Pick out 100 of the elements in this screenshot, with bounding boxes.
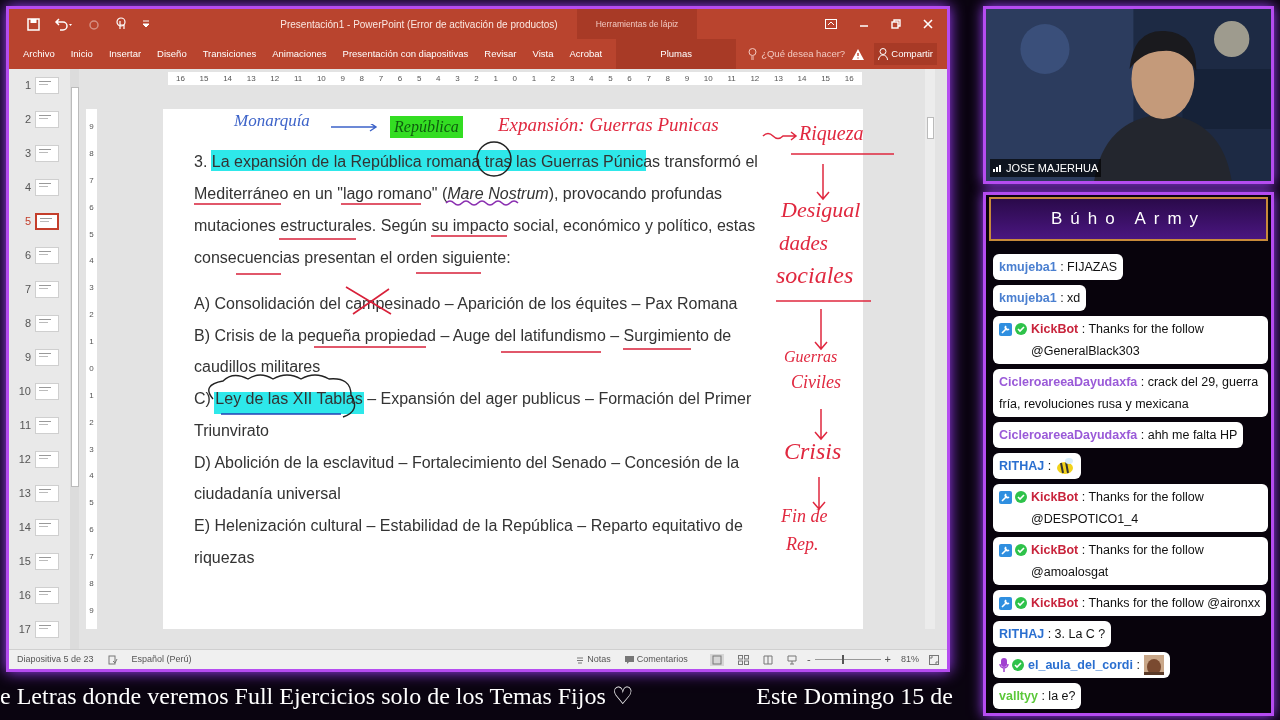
slide-number: 13 [17, 486, 32, 501]
ticker-text: Este Domingo 15 de [756, 682, 953, 711]
ruler-number: 6 [627, 72, 632, 85]
ribbon-tab[interactable]: Animaciones [264, 39, 335, 69]
spelling-icon[interactable] [107, 654, 118, 665]
zoom-in-button[interactable]: + [884, 651, 891, 668]
answer-option: B) Crisis de la pequeña propiedad – Auge del latifundismo – Surgimiento de caudillos militares [194, 319, 766, 384]
share-button[interactable]: Compartir [874, 43, 937, 65]
ruler-number: 12 [270, 72, 280, 85]
language-label[interactable]: Español (Perú) [131, 652, 192, 667]
ruler-number: 5 [608, 72, 613, 85]
ruler-number: 15 [821, 72, 831, 85]
chat-message: CicleroareeaDayudaxfa : ahh me falta HP [999, 427, 1238, 444]
ribbon-tab[interactable]: Presentación con diapositivas [334, 39, 477, 69]
verified-badge-icon [1015, 597, 1027, 609]
slide-number: 1 [23, 78, 32, 93]
notes-button[interactable]: Notas [576, 652, 611, 667]
slide-counter: Diapositiva 5 de 23 [17, 652, 94, 666]
slide-number: 15 [17, 554, 32, 569]
slide-number: 11 [18, 418, 32, 433]
ruler-number: 9 [89, 121, 94, 133]
ruler-number: 5 [89, 228, 94, 241]
close-icon[interactable] [923, 19, 933, 29]
normal-view-icon[interactable] [709, 653, 724, 666]
handwritten-note: Riqueza [799, 123, 864, 143]
handwritten-note: dades [779, 233, 828, 254]
slide-number: 4 [23, 180, 32, 195]
chat-message: KickBot : Thanks for the follow @aironxx [1031, 595, 1261, 612]
ruler-number: 11 [727, 72, 736, 85]
reading-view-icon[interactable] [762, 654, 773, 665]
chat-message: RITHAJ : [999, 458, 1052, 475]
ribbon-tab[interactable]: Acrobat [561, 39, 611, 69]
ruler-number: 1 [493, 72, 498, 85]
ruler-number: 8 [89, 147, 94, 160]
ruler-number: 8 [89, 577, 94, 590]
slideshow-icon[interactable] [786, 654, 797, 665]
slide-number: 9 [23, 350, 32, 365]
slide-number: 3 [23, 146, 32, 161]
ribbon-tab[interactable]: Revisar [476, 39, 525, 69]
answer-option: E) Helenización cultural – Estabilidad de la República – Reparto equitativo de riquezas [194, 509, 766, 574]
touch-mode-icon[interactable] [114, 17, 128, 31]
chat-message: CicleroareeaDayudaxfa : crack del 29, guerra fría, revoluciones rusa y mexicana [999, 374, 1260, 413]
ruler-number: 4 [89, 470, 94, 483]
ruler-number: 9 [340, 72, 345, 85]
handwritten-note: Crisis [784, 439, 842, 463]
answer-option: D) Abolición de la esclavitud – Fortalecimiento del Senado – Concesión de la ciudadanía universal [194, 446, 766, 510]
chat-message: KickBot : Thanks for the follow @GeneralBlack303 [1031, 321, 1205, 360]
slide-thumbnail[interactable] [35, 213, 59, 230]
ribbon-tab[interactable]: Diseño [149, 39, 195, 69]
chat-message: el_aula_del_cordi : [1028, 657, 1140, 674]
chat-title: Búho Army [1050, 208, 1207, 231]
ruler-number: 3 [89, 282, 94, 295]
ribbon-tab[interactable]: Insertar [100, 39, 150, 69]
save-icon[interactable] [27, 17, 40, 31]
ribbon-display-icon[interactable] [825, 19, 837, 29]
ruler-number: 16 [844, 72, 854, 85]
scrollbar[interactable] [925, 69, 935, 629]
ruler-number: 7 [646, 72, 651, 85]
ruler-number: 0 [512, 72, 518, 85]
ruler-number: 6 [397, 72, 403, 85]
handwritten-note: Fin de [781, 507, 828, 525]
ruler-number: 7 [89, 551, 94, 563]
slide-number: 16 [17, 588, 32, 603]
ribbon-tab[interactable]: Inicio [62, 39, 101, 69]
zoom-slider-thumb[interactable] [842, 655, 845, 664]
scrollbar[interactable] [70, 69, 79, 649]
ribbon-tab[interactable]: Vista [524, 39, 562, 69]
ruler-number: 1 [531, 72, 537, 85]
person-icon [878, 48, 889, 60]
slide-number: 2 [23, 112, 32, 127]
slide-number: 5 [23, 214, 32, 229]
comment-icon [624, 655, 634, 664]
chat-message: KickBot : Thanks for the follow @DESPOTICO1_4 [1031, 489, 1205, 528]
lightbulb-icon [748, 48, 758, 60]
microphone-badge-icon [999, 658, 1009, 672]
ruler-number: 3 [569, 72, 575, 85]
zoom-out-button[interactable]: - [806, 651, 811, 668]
slide-sorter-icon[interactable] [737, 654, 749, 665]
ruler-number: 13 [773, 72, 783, 85]
tell-me-search[interactable]: ¿Qué desea hacer? [748, 46, 846, 62]
ribbon-tab[interactable]: Transiciones [194, 39, 265, 69]
verified-badge-icon [1012, 659, 1024, 671]
ruler-number: 15 [199, 72, 209, 85]
verified-badge-icon [1015, 323, 1027, 335]
ribbon-tab[interactable]: Archivo [15, 39, 63, 69]
warning-icon[interactable] [852, 48, 865, 60]
window-title: Presentación1 - PowerPoint (Error de activación de productos) [279, 17, 559, 32]
chat-message: kmujeba1 : xd [999, 290, 1081, 307]
ruler-number: 9 [684, 72, 690, 85]
zoom-percentage[interactable]: 81% [901, 652, 919, 667]
fit-to-window-icon[interactable] [929, 654, 939, 665]
undo-icon[interactable] [54, 17, 74, 31]
signal-bars-icon [993, 163, 1003, 173]
ruler-number: 4 [436, 72, 441, 85]
verified-badge-icon [1015, 544, 1027, 556]
restore-icon[interactable] [891, 19, 901, 29]
customize-toolbar-icon[interactable] [142, 19, 150, 29]
comments-button[interactable]: Comentarios [624, 652, 688, 667]
slide-number: 10 [17, 384, 32, 399]
handwritten-note: Desigual [781, 199, 861, 221]
